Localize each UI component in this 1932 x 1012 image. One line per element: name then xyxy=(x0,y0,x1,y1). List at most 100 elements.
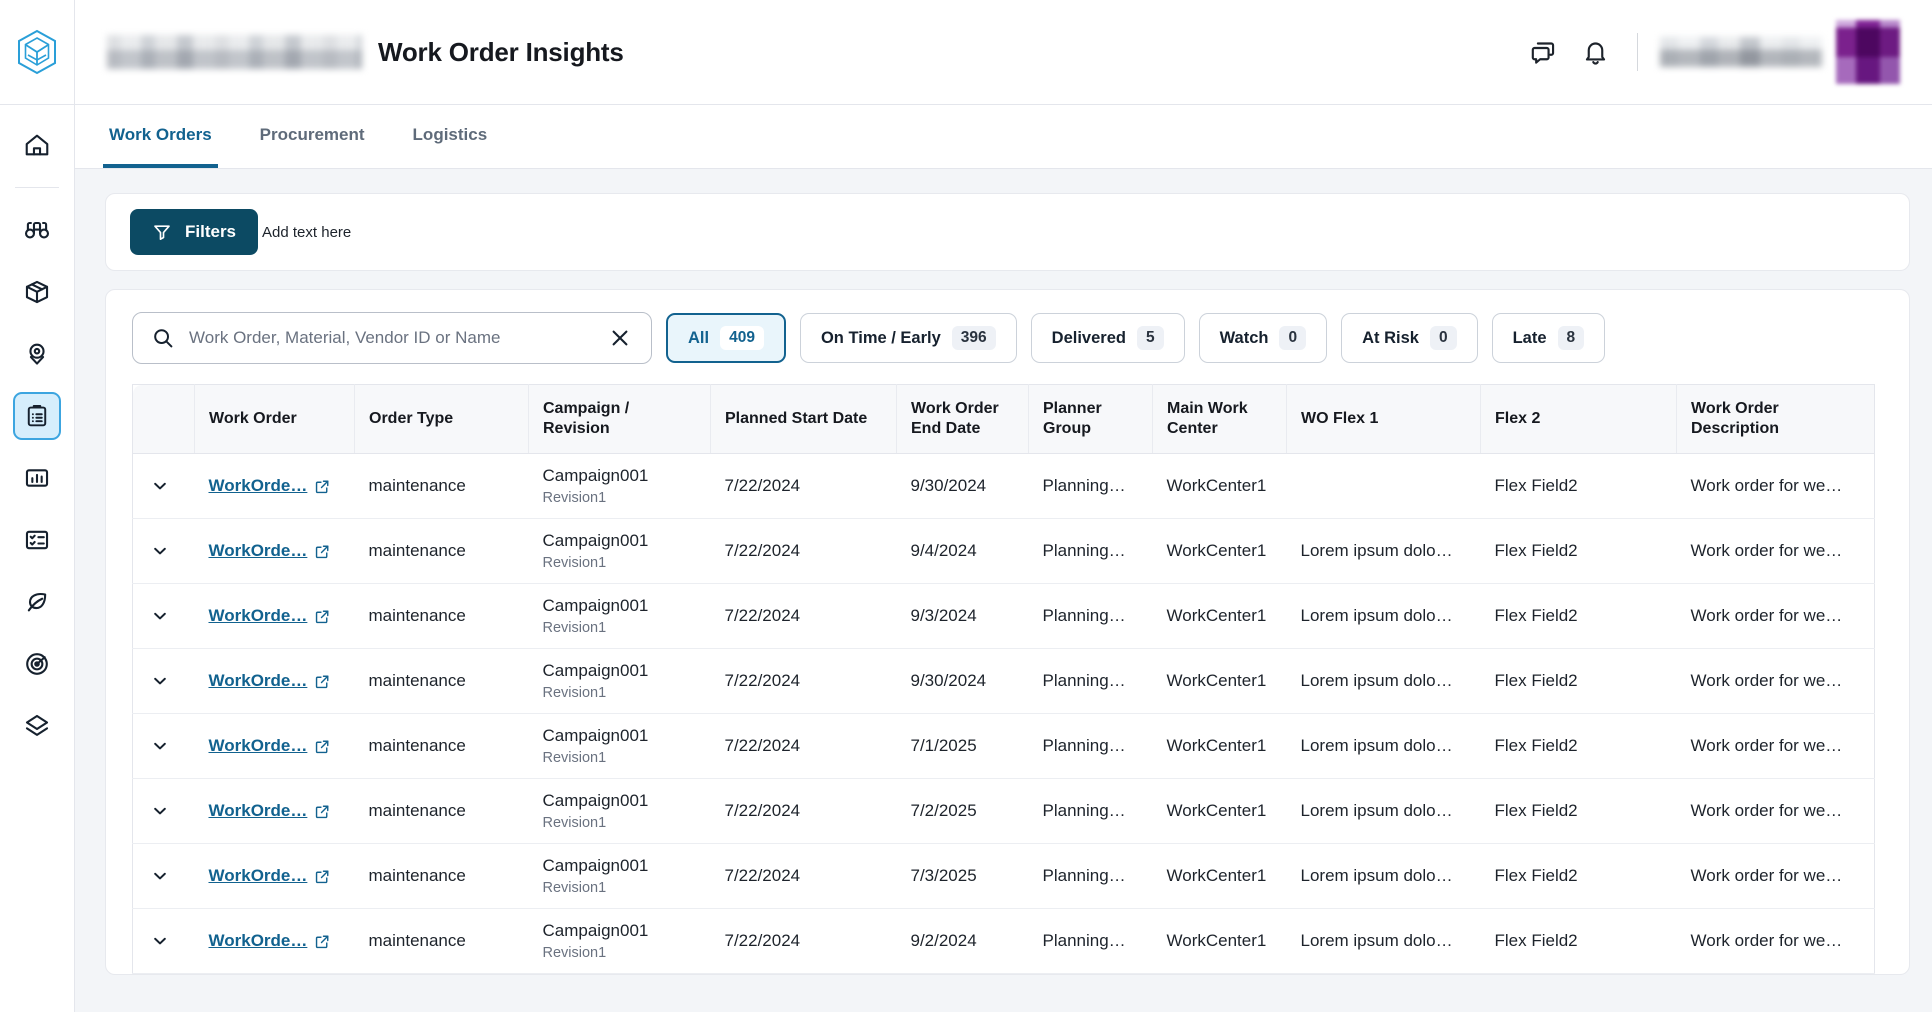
top-bar-divider xyxy=(1637,33,1638,71)
work-orders-panel: All 409 On Time / Early 396 Delivered 5 xyxy=(105,289,1910,975)
tab-work-orders[interactable]: Work Orders xyxy=(103,105,218,168)
row-expand-button[interactable] xyxy=(147,863,173,889)
external-link-icon[interactable] xyxy=(314,738,331,755)
column-header-wo-flex-1[interactable]: WO Flex 1 xyxy=(1286,384,1481,454)
filters-button[interactable]: Filters xyxy=(130,209,259,255)
row-expand-button[interactable] xyxy=(147,668,173,694)
avatar[interactable] xyxy=(1836,20,1900,84)
cell-wo-flex-1: Lorem ipsum dolo… xyxy=(1286,778,1481,844)
status-chip-all[interactable]: All 409 xyxy=(666,313,786,363)
sidebar-item-tasks[interactable] xyxy=(13,516,61,564)
external-link-icon[interactable] xyxy=(314,673,331,690)
search-box[interactable] xyxy=(132,312,652,364)
column-header-work-order-description[interactable]: Work Order Description xyxy=(1676,384,1875,454)
status-chip-delivered[interactable]: Delivered 5 xyxy=(1030,313,1185,363)
table-scroll-region[interactable]: Work Order Order Type Campaign / Revisio… xyxy=(106,384,1909,974)
search-clear-button[interactable] xyxy=(605,323,635,353)
sidebar-item-inventory[interactable] xyxy=(13,268,61,316)
sidebar-item-sustainability[interactable] xyxy=(13,578,61,626)
work-order-link[interactable]: WorkOrde… xyxy=(209,476,308,496)
external-link-icon[interactable] xyxy=(314,868,331,885)
radar-target-icon xyxy=(26,653,48,675)
table-row[interactable]: WorkOrde… maintenance Campaign001 Revision1… xyxy=(132,583,1875,649)
external-link-icon[interactable] xyxy=(314,933,331,950)
tab-procurement[interactable]: Procurement xyxy=(254,105,371,168)
row-expand-button[interactable] xyxy=(147,928,173,954)
work-order-link[interactable]: WorkOrde… xyxy=(209,931,308,951)
status-chip-count: 409 xyxy=(720,326,764,350)
column-header-planned-start-date[interactable]: Planned Start Date xyxy=(710,384,897,454)
column-header-flex-2[interactable]: Flex 2 xyxy=(1480,384,1677,454)
cell-planner-group: PlanningG… xyxy=(1028,453,1153,519)
cell-work-order-description: Work order for we… xyxy=(1676,583,1875,649)
user-name-redacted xyxy=(1660,37,1822,67)
status-chip-watch[interactable]: Watch 0 xyxy=(1198,313,1328,363)
sidebar-item-targets[interactable] xyxy=(13,640,61,688)
work-order-link[interactable]: WorkOrde… xyxy=(209,801,308,821)
table-row[interactable]: WorkOrde… maintenance Campaign001 Revision1… xyxy=(132,713,1875,779)
work-order-link[interactable]: WorkOrde… xyxy=(209,671,308,691)
column-header-planner-group[interactable]: Planner Group xyxy=(1028,384,1153,454)
search-input[interactable] xyxy=(189,328,605,348)
chevron-down-icon xyxy=(154,677,166,685)
column-header-work-order[interactable]: Work Order xyxy=(194,384,355,454)
external-link-icon[interactable] xyxy=(314,608,331,625)
work-order-link[interactable]: WorkOrde… xyxy=(209,736,308,756)
status-chip-label: At Risk xyxy=(1362,328,1419,347)
row-expand-button[interactable] xyxy=(147,733,173,759)
cell-planner-group: PlanningG… xyxy=(1028,843,1153,909)
column-header-work-order-end-date[interactable]: Work Order End Date xyxy=(896,384,1029,454)
tab-logistics[interactable]: Logistics xyxy=(407,105,494,168)
cell-work-order-end-date: 9/30/2024 xyxy=(896,648,1029,714)
revision-name: Revision1 xyxy=(542,620,607,637)
row-expand-button[interactable] xyxy=(147,603,173,629)
row-expand-button[interactable] xyxy=(147,798,173,824)
external-link-icon[interactable] xyxy=(314,478,331,495)
chat-button[interactable] xyxy=(1517,26,1569,78)
column-header-order-type[interactable]: Order Type xyxy=(354,384,529,454)
table-row[interactable]: WorkOrde… maintenance Campaign001 Revision1… xyxy=(132,778,1875,844)
box-icon xyxy=(25,280,49,304)
status-chip-label: On Time / Early xyxy=(820,328,941,347)
app-logo[interactable] xyxy=(0,0,75,104)
sidebar-item-work-orders[interactable] xyxy=(13,392,61,440)
table-row[interactable]: WorkOrde… maintenance Campaign001 Revision1… xyxy=(132,648,1875,714)
cell-main-work-center: WorkCenter1 xyxy=(1152,843,1287,909)
chevron-down-icon xyxy=(154,482,166,490)
cell-planner-group: PlanningG… xyxy=(1028,648,1153,714)
work-order-link[interactable]: WorkOrde… xyxy=(209,866,308,886)
cell-wo-flex-1: Lorem ipsum dolo… xyxy=(1286,583,1481,649)
table-row[interactable]: WorkOrde… maintenance Campaign001 Revision1… xyxy=(132,453,1875,519)
table-row[interactable]: WorkOrde… maintenance Campaign001 Revision1… xyxy=(132,908,1875,974)
sidebar-item-discover[interactable] xyxy=(13,206,61,254)
status-chip-at-risk[interactable]: At Risk 0 xyxy=(1341,313,1478,363)
sidebar-item-layers[interactable] xyxy=(13,702,61,750)
column-header-main-work-center[interactable]: Main Work Center xyxy=(1152,384,1287,454)
notifications-button[interactable] xyxy=(1569,26,1621,78)
external-link-icon[interactable] xyxy=(314,543,331,560)
sidebar-item-analytics[interactable] xyxy=(13,454,61,502)
work-order-link[interactable]: WorkOrde… xyxy=(209,606,308,626)
cell-wo-flex-1: Lorem ipsum dolo… xyxy=(1286,713,1481,779)
row-expand-button[interactable] xyxy=(147,538,173,564)
column-header-campaign-revision[interactable]: Campaign / Revision xyxy=(528,384,711,454)
status-chip-late[interactable]: Late 8 xyxy=(1491,313,1606,363)
sidebar-item-locations[interactable] xyxy=(13,330,61,378)
cell-wo-flex-1: Lorem ipsum dolo… xyxy=(1286,648,1481,714)
work-order-link[interactable]: WorkOrde… xyxy=(209,541,308,561)
revision-name: Revision1 xyxy=(542,750,607,767)
row-expand-button[interactable] xyxy=(147,473,173,499)
search-icon xyxy=(154,329,173,348)
row-expand-cell xyxy=(132,583,195,649)
status-chip-on-time-early[interactable]: On Time / Early 396 xyxy=(799,313,1017,363)
external-link-icon[interactable] xyxy=(314,803,331,820)
bell-icon xyxy=(1585,41,1605,65)
cell-flex-2: Flex Field2 xyxy=(1480,453,1677,519)
table-row[interactable]: WorkOrde… maintenance Campaign001 Revision1… xyxy=(132,518,1875,584)
home-icon xyxy=(25,134,49,156)
chevron-down-icon xyxy=(154,807,166,815)
cell-work-order: WorkOrde… xyxy=(194,713,355,779)
cell-campaign-revision: Campaign001 Revision1 xyxy=(528,518,711,584)
table-row[interactable]: WorkOrde… maintenance Campaign001 Revision1… xyxy=(132,843,1875,909)
sidebar-item-home[interactable] xyxy=(13,121,61,169)
